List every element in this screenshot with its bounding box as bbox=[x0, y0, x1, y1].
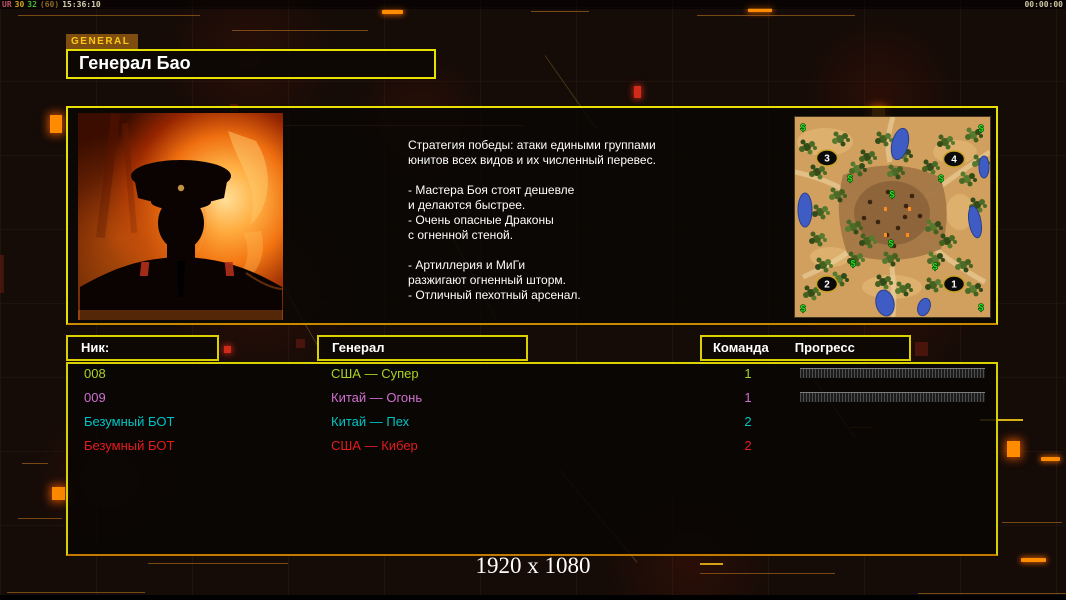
minimap-art: $ $ $ $ $ $ $ $ $ $3 4 2 1 bbox=[794, 116, 992, 318]
progress-bar bbox=[800, 368, 985, 378]
supply-dollar-icon: $ bbox=[888, 239, 893, 249]
supply-dollar-icon: $ bbox=[800, 304, 805, 314]
player-nick: 009 bbox=[84, 390, 106, 405]
player-team: 2 bbox=[744, 438, 752, 453]
start-position-number: 4 bbox=[951, 155, 957, 166]
bg-decoration bbox=[296, 339, 305, 348]
bg-decoration bbox=[531, 11, 589, 12]
player-row: Безумный БОТ США — Кибер 2 bbox=[68, 434, 996, 458]
supply-dollar-icon: $ bbox=[889, 190, 894, 200]
player-row: 009 Китай — Огонь 1 bbox=[68, 386, 996, 410]
column-header-team: Команда bbox=[713, 340, 769, 355]
start-position-number: 2 bbox=[824, 280, 830, 291]
player-rows: 008 США — Супер 1 009 Китай — Огонь 1 Безумный… bbox=[68, 362, 996, 554]
column-header-general: Генерал bbox=[317, 335, 528, 361]
minimap: $ $ $ $ $ $ $ $ $ $3 4 2 1 bbox=[794, 116, 992, 318]
portrait-art bbox=[78, 112, 283, 320]
debug-stat: 15:36:10 bbox=[62, 0, 101, 9]
bg-decoration bbox=[0, 255, 4, 293]
player-team: 2 bbox=[744, 414, 752, 429]
player-nick: Безумный БОТ bbox=[84, 414, 175, 429]
bg-decoration bbox=[52, 487, 65, 500]
debug-stat: 32 bbox=[27, 0, 37, 9]
general-name-title: Генерал Бао bbox=[66, 49, 436, 79]
player-general: Китай — Огонь bbox=[331, 390, 423, 405]
bg-decoration bbox=[697, 15, 855, 16]
bottom-letterbox bbox=[0, 595, 1066, 600]
supply-dollar-icon: $ bbox=[978, 303, 983, 313]
general-portrait bbox=[78, 112, 283, 320]
bg-decoration bbox=[224, 346, 231, 353]
player-list-panel: 008 США — Супер 1 009 Китай — Огонь 1 Безумный… bbox=[66, 362, 998, 556]
player-team: 1 bbox=[744, 366, 752, 381]
bg-decoration bbox=[918, 593, 1066, 594]
supply-dollar-icon: $ bbox=[800, 123, 805, 133]
debug-stat: (60) bbox=[39, 0, 60, 9]
debug-stat: UR bbox=[2, 0, 12, 9]
supply-dollar-icon: $ bbox=[850, 259, 855, 269]
player-general: Китай — Пех bbox=[331, 414, 410, 429]
loading-screen: UR 30 32 (60) 15:36:10 00:00:00 GENERAL Гене… bbox=[0, 0, 1066, 600]
player-general: США — Супер bbox=[331, 366, 419, 381]
start-position-number: 3 bbox=[824, 154, 830, 165]
bg-decoration bbox=[1007, 441, 1020, 457]
general-tab: GENERAL bbox=[66, 34, 138, 49]
match-timer: 00:00:00 bbox=[1024, 0, 1063, 9]
bg-decoration bbox=[7, 592, 145, 593]
player-team: 1 bbox=[744, 390, 752, 405]
player-general: США — Кибер bbox=[331, 438, 418, 453]
resolution-label: 1920 x 1080 bbox=[475, 553, 591, 578]
start-position-number: 1 bbox=[951, 280, 957, 291]
supply-dollar-icon: $ bbox=[978, 124, 983, 134]
column-header-progress: Прогресс bbox=[794, 340, 855, 355]
supply-dollar-icon: $ bbox=[938, 174, 943, 184]
progress-bar bbox=[800, 392, 985, 402]
briefing-panel: Стратегия победы: атаки едиными группами… bbox=[66, 106, 998, 325]
player-nick: 008 bbox=[84, 366, 106, 381]
bg-decoration bbox=[18, 15, 200, 16]
bg-decoration bbox=[1041, 457, 1060, 461]
supply-dollar-icon: $ bbox=[847, 174, 852, 184]
bg-decoration bbox=[634, 86, 641, 98]
bg-decoration bbox=[1002, 522, 1062, 523]
supply-dollar-icon: $ bbox=[932, 262, 937, 272]
debug-stat: 30 bbox=[14, 0, 25, 9]
bg-decoration bbox=[50, 115, 62, 133]
player-row: 008 США — Супер 1 bbox=[68, 362, 996, 386]
player-nick: Безумный БОТ bbox=[84, 438, 175, 453]
bg-decoration bbox=[22, 463, 48, 464]
bg-decoration bbox=[232, 30, 368, 31]
player-row: Безумный БОТ Китай — Пех 2 bbox=[68, 410, 996, 434]
top-letterbox bbox=[0, 0, 1066, 9]
strategy-text: Стратегия победы: атаки едиными группами… bbox=[408, 138, 656, 302]
column-header-team-progress: Команда Прогресс bbox=[700, 335, 911, 361]
debug-stats: UR 30 32 (60) 15:36:10 bbox=[2, 0, 104, 9]
bg-decoration bbox=[18, 518, 62, 519]
bg-decoration bbox=[915, 342, 928, 356]
bg-decoration bbox=[382, 10, 403, 14]
column-header-nick: Ник: bbox=[66, 335, 219, 361]
